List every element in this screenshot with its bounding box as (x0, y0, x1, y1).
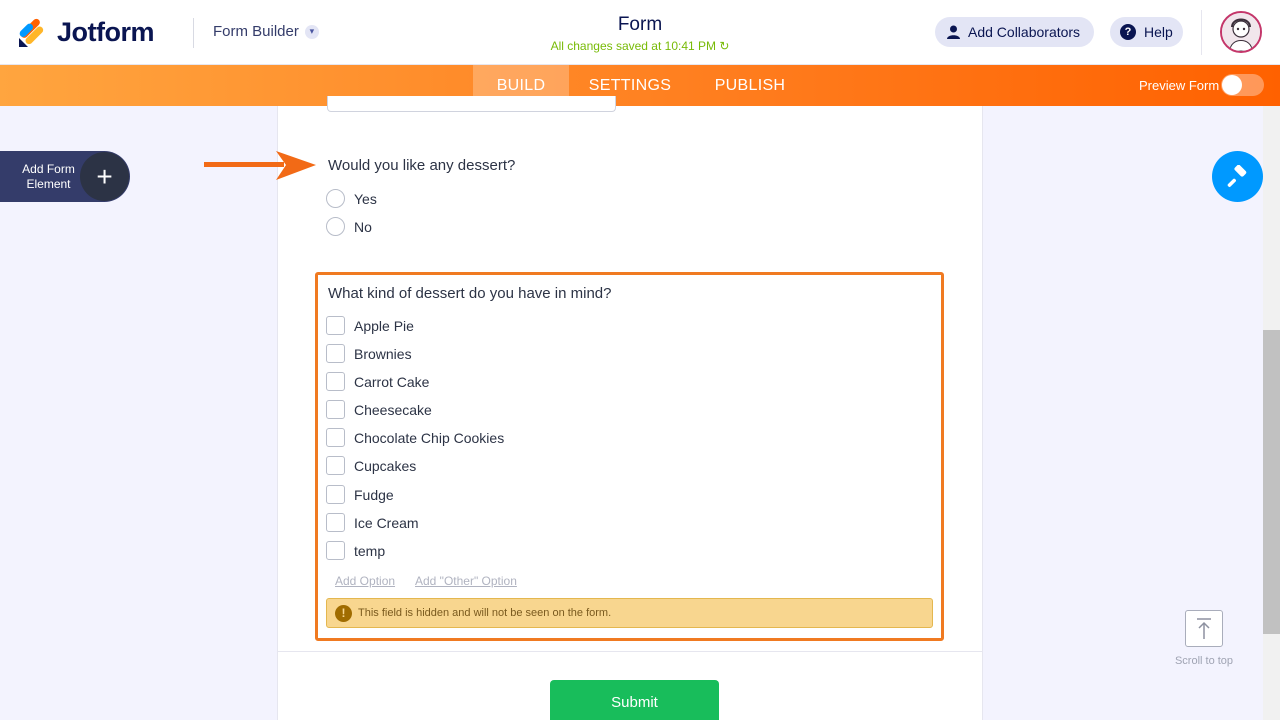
question-dessert-label: Would you like any dessert? (328, 157, 516, 174)
checkbox-option-label: Fudge (354, 486, 394, 503)
checkbox-option-label: Ice Cream (354, 514, 419, 531)
checkbox-option[interactable]: Chocolate Chip Cookies (326, 428, 504, 447)
radio-button[interactable] (326, 189, 345, 208)
checkbox-option[interactable]: Carrot Cake (326, 372, 429, 391)
jotform-logo-icon (19, 18, 44, 47)
warning-icon: ! (335, 604, 352, 622)
scrollbar-thumb[interactable] (1263, 330, 1280, 634)
help-button[interactable]: ? Help (1110, 17, 1183, 47)
brand-name: Jotform (57, 17, 155, 47)
add-form-element-button[interactable]: Add Form Element + (0, 151, 130, 202)
form-title[interactable]: Form (540, 14, 740, 36)
form-designer-button[interactable] (1212, 151, 1263, 202)
avatar-image (1222, 13, 1260, 51)
question-dessert-kind-label[interactable]: What kind of dessert do you have in mind… (328, 285, 612, 302)
checkbox-option[interactable]: Cupcakes (326, 456, 416, 475)
top-header: Jotform Form Builder ▾ Form All changes … (0, 0, 1280, 65)
checkbox[interactable] (326, 485, 345, 504)
toggle-knob (1222, 75, 1242, 95)
checkbox-option-label: Apple Pie (354, 317, 414, 334)
scroll-to-top-button[interactable] (1185, 610, 1223, 647)
checkbox-option[interactable]: temp (326, 541, 385, 560)
add-other-option-link[interactable]: Add "Other" Option (415, 574, 517, 588)
checkbox[interactable] (326, 513, 345, 532)
checkbox-option[interactable]: Ice Cream (326, 513, 419, 532)
previous-field-input[interactable] (327, 96, 616, 112)
arrow-up-icon (1197, 617, 1211, 639)
builder-nav: BUILD SETTINGS PUBLISH Preview Form (0, 65, 1280, 106)
arrow-right-icon (204, 151, 316, 180)
add-option-link[interactable]: Add Option (335, 574, 395, 588)
checkbox[interactable] (326, 400, 345, 419)
hidden-field-notice: ! This field is hidden and will not be s… (326, 598, 933, 628)
checkbox-option[interactable]: Cheesecake (326, 400, 432, 419)
scroll-to-top-label: Scroll to top (1174, 655, 1234, 667)
paint-roller-icon (1227, 164, 1246, 187)
checkbox[interactable] (326, 372, 345, 391)
tab-publish[interactable]: PUBLISH (705, 65, 795, 106)
radio-option-label: No (354, 218, 372, 235)
checkbox-option-label: Cheesecake (354, 401, 432, 418)
save-status-text: All changes saved at 10:41 PM (550, 39, 717, 53)
hidden-field-notice-text: This field is hidden and will not be see… (358, 607, 612, 619)
checkbox-option-label: temp (354, 542, 386, 559)
submit-button[interactable]: Submit (550, 680, 719, 720)
page-break-divider (277, 651, 983, 652)
checkbox-option-label: Carrot Cake (354, 373, 430, 390)
radio-option-label: Yes (354, 190, 377, 207)
add-form-element-label: Add Form Element (22, 162, 75, 191)
checkbox[interactable] (326, 316, 345, 335)
radio-option-yes[interactable]: Yes (326, 189, 377, 208)
plus-icon: + (80, 152, 129, 201)
question-icon: ? (1120, 24, 1136, 40)
jotform-logo[interactable]: Jotform (17, 17, 155, 48)
checkbox[interactable] (326, 541, 345, 560)
radio-option-no[interactable]: No (326, 217, 372, 236)
refresh-icon: ↻ (719, 39, 730, 53)
checkbox-option[interactable]: Fudge (326, 485, 394, 504)
add-collaborators-button[interactable]: Add Collaborators (935, 17, 1094, 47)
preview-form-label: Preview Form (1139, 78, 1220, 93)
avatar-divider (1201, 10, 1202, 55)
form-builder-dropdown[interactable]: Form Builder ▾ (213, 23, 319, 40)
user-icon (947, 25, 960, 39)
preview-form-toggle[interactable] (1221, 74, 1264, 96)
checkbox[interactable] (326, 344, 345, 363)
checkbox-option-label: Cupcakes (354, 457, 417, 474)
avatar[interactable] (1220, 11, 1262, 53)
help-label: Help (1144, 24, 1173, 40)
checkbox-option[interactable]: Brownies (326, 344, 412, 363)
radio-button[interactable] (326, 217, 345, 236)
checkbox[interactable] (326, 428, 345, 447)
chevron-down-icon: ▾ (304, 24, 319, 39)
save-status: All changes saved at 10:41 PM ↻ (500, 39, 780, 53)
checkbox-option-label: Chocolate Chip Cookies (354, 429, 505, 446)
header-divider (193, 18, 194, 48)
checkbox-option[interactable]: Apple Pie (326, 316, 414, 335)
checkbox-option-label: Brownies (354, 345, 412, 362)
checkbox[interactable] (326, 456, 345, 475)
form-builder-label: Form Builder (213, 23, 299, 40)
add-collaborators-label: Add Collaborators (968, 24, 1081, 40)
